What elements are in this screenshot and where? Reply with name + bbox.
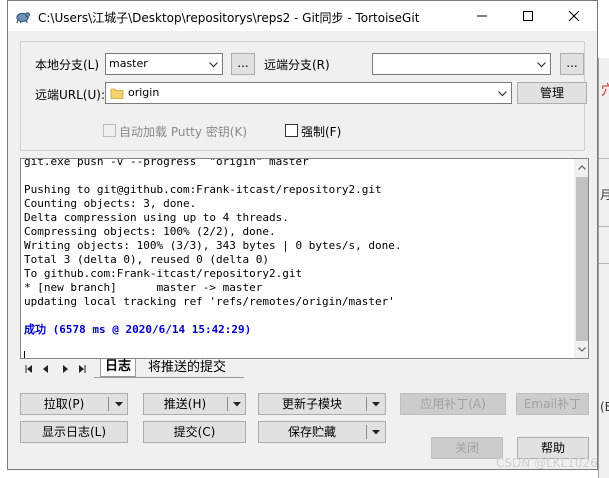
split-separator xyxy=(366,425,367,439)
text-cursor xyxy=(24,351,25,358)
autoload-putty-checkbox[interactable] xyxy=(103,124,116,137)
stash-save-button[interactable]: 保存贮藏 xyxy=(258,421,386,443)
email-patch-button[interactable]: Email补丁 xyxy=(516,393,589,415)
background-divider xyxy=(599,226,609,227)
split-separator xyxy=(108,397,109,411)
log-line: Total 3 (delta 0), reused 0 (delta 0) xyxy=(24,253,270,266)
update-submodule-button[interactable]: 更新子模块 xyxy=(258,393,386,415)
tab-first-icon[interactable] xyxy=(25,365,32,373)
sync-settings-group: 本地分支(L) master ... 远端分支(R) ... 远端URL(U):… xyxy=(20,41,587,151)
local-branch-value: master xyxy=(109,57,148,70)
log-content: git.exe push -v --progress "origin" mast… xyxy=(24,158,572,358)
pull-button[interactable]: 拉取(P) xyxy=(20,393,128,415)
log-line: Counting objects: 3, done. xyxy=(24,197,197,210)
git-sync-window: C:\Users\江城子\Desktop\repositorys\reps2 -… xyxy=(7,0,598,470)
minimize-icon xyxy=(477,15,487,17)
local-branch-browse-button[interactable]: ... xyxy=(231,53,255,75)
push-button[interactable]: 推送(H) xyxy=(143,393,246,415)
folder-icon xyxy=(110,88,124,99)
dropdown-arrow-icon[interactable] xyxy=(372,402,380,407)
manage-button[interactable]: 管理 xyxy=(517,82,587,104)
scroll-up-icon[interactable] xyxy=(578,165,586,170)
tab-log[interactable]: 日志 xyxy=(100,359,137,377)
minimize-button[interactable] xyxy=(459,1,505,31)
maximize-icon xyxy=(523,11,533,21)
tab-commits-to-push[interactable]: 将推送的提交 xyxy=(148,359,226,379)
tortoisegit-icon xyxy=(16,12,30,24)
dropdown-arrow-icon[interactable] xyxy=(115,402,123,407)
tab-next-icon[interactable] xyxy=(63,365,68,373)
log-line: git.exe push -v --progress "origin" mast… xyxy=(24,158,309,168)
background-window-edge: 穴 月 (E xyxy=(598,58,609,478)
log-line: updating local tracking ref 'refs/remote… xyxy=(24,295,395,308)
window-title: C:\Users\江城子\Desktop\repositorys\reps2 -… xyxy=(38,11,420,25)
scrollbar-thumb[interactable] xyxy=(576,177,588,341)
tab-last-icon[interactable] xyxy=(79,365,86,373)
show-log-button[interactable]: 显示日志(L) xyxy=(20,421,128,443)
remote-branch-label: 远端分支(R) xyxy=(264,58,330,72)
local-branch-select[interactable]: master xyxy=(105,53,223,75)
chevron-down-icon xyxy=(537,62,546,68)
background-bracket: 月 xyxy=(600,188,609,202)
force-checkbox[interactable] xyxy=(285,124,298,137)
apply-patch-button[interactable]: 应用补丁(A) xyxy=(400,393,506,415)
watermark: CSDN @LKL1026 xyxy=(496,456,598,470)
update-submodule-label: 更新子模块 xyxy=(281,397,342,411)
log-vertical-scrollbar[interactable] xyxy=(574,159,588,358)
log-line: Compressing objects: 100% (2/2), done. xyxy=(24,225,276,238)
push-label: 推送(H) xyxy=(163,397,207,411)
background-text: (E xyxy=(600,400,609,414)
dropdown-arrow-icon[interactable] xyxy=(233,402,241,407)
chevron-down-icon xyxy=(209,62,218,68)
log-line: Writing objects: 100% (3/3), 343 bytes |… xyxy=(24,239,402,252)
stash-save-label: 保存贮藏 xyxy=(287,425,336,439)
log-output-area[interactable]: git.exe push -v --progress "origin" mast… xyxy=(20,158,589,359)
remote-branch-browse-button[interactable]: ... xyxy=(560,53,584,75)
tab-nav-arrows xyxy=(25,365,86,373)
log-success-line: 成功 (6578 ms @ 2020/6/14 15:42:29) xyxy=(24,323,252,336)
scroll-down-icon[interactable] xyxy=(578,347,586,352)
tab-prev-icon[interactable] xyxy=(43,365,48,373)
pull-label: 拉取(P) xyxy=(43,397,85,411)
chevron-down-icon xyxy=(498,91,507,97)
remote-url-value: origin xyxy=(128,86,160,99)
remote-url-label: 远端URL(U): xyxy=(35,88,105,102)
close-icon xyxy=(568,10,580,22)
autoload-putty-label: 自动加载 Putty 密钥(K) xyxy=(119,125,248,139)
split-separator xyxy=(227,397,228,411)
log-line: * [new branch] master -> master xyxy=(24,281,263,294)
log-line: Delta compression using up to 4 threads. xyxy=(24,211,289,224)
maximize-button[interactable] xyxy=(505,1,551,31)
force-label: 强制(F) xyxy=(301,125,342,139)
close-button[interactable]: 关闭 xyxy=(431,437,503,459)
remote-branch-select[interactable] xyxy=(372,53,551,75)
log-line: Pushing to git@github.com:Frank-itcast/r… xyxy=(24,183,382,196)
split-separator xyxy=(366,397,367,411)
tab-baseline xyxy=(94,377,244,378)
background-red-mark: 穴 xyxy=(601,83,609,99)
dropdown-arrow-icon[interactable] xyxy=(372,430,380,435)
remote-url-select[interactable]: origin xyxy=(105,82,512,104)
log-line: To github.com:Frank-itcast/repository2.g… xyxy=(24,267,303,280)
background-divider xyxy=(599,263,609,264)
commit-button[interactable]: 提交(C) xyxy=(143,421,246,443)
local-branch-label: 本地分支(L) xyxy=(35,58,100,72)
background-divider xyxy=(599,158,609,159)
close-window-button[interactable] xyxy=(551,1,597,31)
title-bar[interactable]: C:\Users\江城子\Desktop\repositorys\reps2 -… xyxy=(8,1,597,31)
